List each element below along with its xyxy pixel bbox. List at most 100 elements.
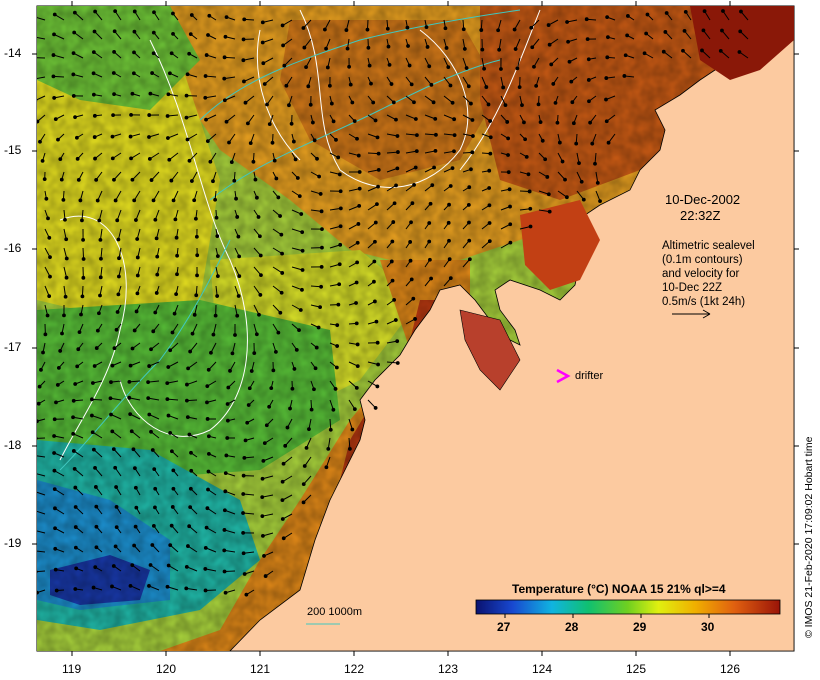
velocity-arrow-head <box>132 198 137 203</box>
velocity-arrow-head <box>300 268 305 272</box>
velocity-arrow-head <box>320 245 324 250</box>
velocity-arrow-head <box>261 458 266 463</box>
velocity-arrow-head <box>37 384 42 389</box>
velocity-arrow-head <box>188 32 193 37</box>
velocity-arrow-head <box>51 74 56 79</box>
velocity-arrow-head <box>412 183 416 187</box>
velocity-arrow-head <box>235 215 240 219</box>
velocity-arrow-head <box>461 27 466 32</box>
velocity-arrow-head <box>225 436 230 440</box>
velocity-arrow-head <box>355 364 360 368</box>
velocity-arrow-head <box>405 25 410 30</box>
velocity-arrow-head <box>189 13 194 17</box>
velocity-arrow-head <box>408 240 413 244</box>
velocity-arrow-head <box>244 592 249 597</box>
velocity-arrow-head <box>92 364 97 368</box>
velocity-arrow-head <box>153 505 157 510</box>
velocity-arrow-head <box>536 102 541 107</box>
velocity-arrow-head <box>234 196 238 201</box>
velocity-arrow-head <box>372 279 376 284</box>
velocity-arrow-head <box>663 30 668 34</box>
velocity-arrow-head <box>444 46 449 50</box>
velocity-arrow-head <box>412 100 416 105</box>
velocity-arrow-head <box>593 161 597 166</box>
velocity-arrow-head <box>91 50 96 55</box>
velocity-arrow-head <box>146 396 151 401</box>
velocity-arrow-head <box>99 256 103 261</box>
velocity-arrow-head <box>605 55 610 60</box>
velocity-arrow-head <box>249 369 254 373</box>
velocity-arrow-head <box>357 186 362 191</box>
velocity-arrow-head <box>112 346 117 351</box>
velocity-arrow-head <box>94 346 99 350</box>
velocity-arrow-head <box>166 563 171 568</box>
velocity-arrow-head <box>302 464 307 468</box>
velocity-arrow-head <box>208 159 213 164</box>
velocity-arrow-head <box>34 550 37 553</box>
velocity-arrow-head <box>130 346 135 351</box>
velocity-arrow-head <box>241 473 246 478</box>
velocity-arrow-head <box>524 154 529 159</box>
velocity-arrow-head <box>336 155 341 160</box>
velocity-arrow-head <box>236 294 241 298</box>
velocity-arrow-head <box>297 328 301 333</box>
velocity-arrow-head <box>207 13 212 18</box>
velocity-arrow-head <box>261 533 265 538</box>
velocity-arrow-head <box>482 66 487 71</box>
velocity-arrow-head <box>213 197 218 202</box>
velocity-arrow-head <box>598 199 602 204</box>
velocity-arrow-head <box>470 150 475 155</box>
velocity-arrow-head <box>130 177 135 182</box>
velocity-arrow-head <box>112 92 116 97</box>
velocity-arrow-head <box>452 117 457 122</box>
velocity-arrow-head <box>391 220 396 224</box>
velocity-arrow-head <box>91 585 96 590</box>
velocity-arrow-head <box>352 407 357 412</box>
velocity-arrow-head <box>356 153 361 158</box>
velocity-arrow-head <box>409 82 414 87</box>
velocity-arrow-head <box>375 340 380 345</box>
velocity-arrow-head <box>151 523 156 528</box>
velocity-arrow-head <box>192 198 197 203</box>
velocity-arrow-head <box>148 563 153 567</box>
velocity-arrow-head <box>355 240 360 245</box>
velocity-arrow-head <box>376 151 381 156</box>
velocity-arrow-head <box>432 165 436 170</box>
velocity-arrow-head <box>409 220 413 225</box>
velocity-arrow-head <box>526 172 531 177</box>
velocity-arrow-head <box>376 362 380 367</box>
velocity-arrow-head <box>390 278 395 283</box>
velocity-arrow-head <box>117 256 121 261</box>
velocity-arrow-head <box>151 329 156 334</box>
velocity-arrow-head <box>318 192 323 196</box>
velocity-arrow-head <box>165 114 170 118</box>
velocity-arrow-head <box>38 139 42 144</box>
velocity-arrow-head <box>427 221 432 225</box>
velocity-arrow-head <box>52 12 57 17</box>
velocity-arrow-head <box>546 192 551 197</box>
velocity-arrow-head <box>308 102 313 107</box>
velocity-arrow-head <box>447 238 451 243</box>
velocity-arrow-head <box>73 525 78 529</box>
velocity-arrow-head <box>58 157 63 162</box>
velocity-arrow-head <box>242 455 247 460</box>
velocity-arrow-head <box>283 443 288 448</box>
velocity-arrow-head <box>76 177 81 182</box>
velocity-arrow-head <box>194 293 199 298</box>
velocity-arrow-head <box>54 400 58 405</box>
velocity-arrow-head <box>215 234 220 239</box>
velocity-arrow-head <box>147 135 151 139</box>
velocity-arrow-head <box>222 528 227 532</box>
velocity-arrow-head <box>54 588 59 593</box>
velocity-arrow-head <box>331 119 336 124</box>
velocity-arrow-head <box>570 100 575 105</box>
velocity-arrow-head <box>301 26 306 30</box>
velocity-arrow-head <box>224 453 229 458</box>
velocity-arrow-head <box>317 174 322 179</box>
velocity-arrow-head <box>171 198 176 203</box>
velocity-arrow-head <box>586 78 591 82</box>
velocity-arrow-head <box>261 61 266 66</box>
velocity-arrow-head <box>488 151 493 156</box>
velocity-arrow-head <box>113 198 118 203</box>
velocity-arrow-head <box>571 121 576 126</box>
